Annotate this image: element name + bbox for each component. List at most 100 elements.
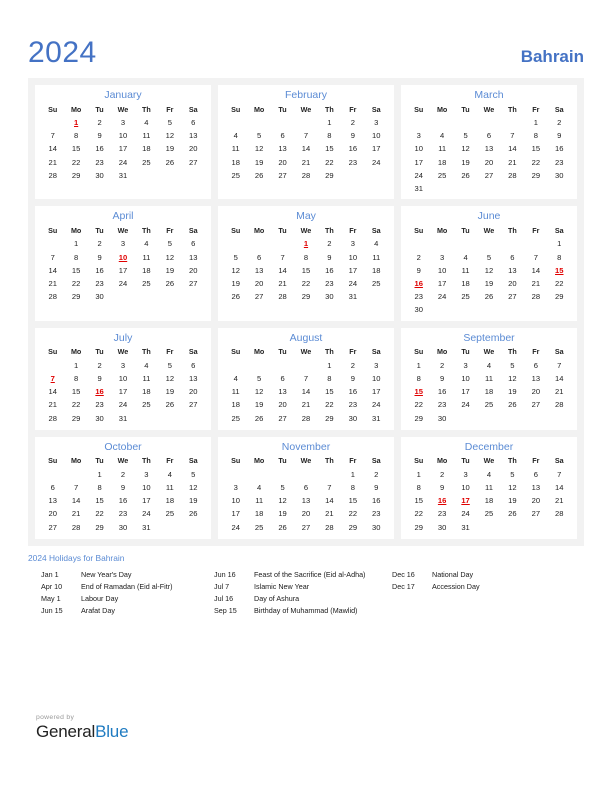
month-title: November: [281, 440, 331, 453]
weekday-header-mo: Mo: [70, 104, 82, 114]
day-cell: 6: [257, 252, 262, 262]
day-cell: 13: [301, 496, 311, 506]
day-cell: 22: [555, 278, 564, 288]
day-cell: 7: [533, 252, 538, 262]
weekday-header-we: We: [117, 225, 129, 235]
day-cell: 11: [142, 131, 151, 141]
day-cell: 31: [118, 170, 128, 180]
day-cell: 6: [50, 483, 55, 493]
day-cell: 7: [74, 483, 79, 493]
day-cell-holiday: 7: [50, 374, 55, 384]
month-card-january: January Su Mo Tu We Th Fr Sa 1 2 3 4 5 6 7 8 9 10 11 12 13 14…: [35, 85, 211, 200]
day-cell: 8: [533, 131, 538, 141]
day-cell: 2: [97, 239, 102, 249]
day-cell: 28: [71, 522, 81, 532]
day-cell: 1: [97, 469, 102, 479]
day-cell: 19: [189, 496, 198, 506]
day-cell: 13: [531, 374, 541, 384]
brand-wordmark: GeneralBlue: [36, 723, 129, 741]
holiday-list-item: Jul 7 Islamic New Year: [214, 582, 392, 591]
day-cell: 4: [233, 374, 238, 384]
day-cell: 24: [461, 400, 470, 410]
weekday-header-fr: Fr: [532, 104, 540, 114]
day-cell: 15: [95, 496, 104, 506]
week-row: 8 9 10 11 12 13 14: [407, 482, 571, 495]
day-cell: 2: [97, 118, 102, 128]
day-cell-empty: [41, 468, 64, 481]
day-cell-empty: [454, 238, 477, 251]
weekday-header-mo: Mo: [253, 225, 265, 235]
week-row: 21 22 23 24 25 26 27: [41, 399, 205, 412]
weekday-header-tu: Tu: [461, 225, 470, 235]
day-cell: 25: [254, 522, 264, 532]
day-cell: 13: [531, 483, 541, 493]
day-cell: 18: [142, 265, 151, 275]
weekday-header-sa: Sa: [188, 456, 198, 466]
day-cell-empty: [294, 468, 317, 481]
day-cell: 17: [118, 265, 128, 275]
day-cell: 10: [437, 265, 447, 275]
week-row: 22 23 24 25 26 27 28: [407, 508, 571, 521]
day-cell: 26: [165, 400, 175, 410]
day-cell-empty: [271, 238, 294, 251]
day-cell: 8: [74, 252, 79, 262]
month-card-august: August Su Mo Tu We Th Fr Sa 1 2 3 4 5 6 7 8 9 10 11 12 13 14 1…: [218, 327, 394, 430]
day-cell: 21: [48, 400, 57, 410]
week-row: 28 29 30 31: [41, 412, 205, 425]
day-cell: 16: [348, 387, 358, 397]
day-cell: 25: [437, 170, 447, 180]
day-cell: 13: [189, 252, 198, 262]
day-cell: 4: [486, 360, 492, 370]
day-cell: 17: [348, 265, 358, 275]
week-row: 11 12 13 14 15 16 17: [224, 386, 388, 399]
day-cell: 3: [120, 360, 126, 370]
day-cell: 18: [165, 496, 175, 506]
day-cell: 21: [71, 509, 81, 519]
day-cell: 18: [142, 144, 151, 154]
week-row: 17 18 19 20 21 22 23: [407, 156, 571, 169]
day-cell: 6: [280, 374, 285, 384]
day-cell: 12: [231, 265, 240, 275]
weekday-header-th: Th: [142, 225, 151, 235]
day-cell-empty: [135, 291, 158, 304]
day-cell-empty: [182, 291, 205, 304]
day-cell: 11: [231, 387, 240, 397]
week-row: 8 9 10 11 12 13 14: [407, 372, 571, 385]
weekday-header-fr: Fr: [166, 225, 174, 235]
day-cell: 15: [325, 387, 334, 397]
day-cell-empty: [524, 238, 547, 251]
weekday-header-row: Su Mo Tu We Th Fr Sa: [407, 227, 571, 238]
day-cell: 26: [165, 278, 175, 288]
day-cell-empty: [41, 359, 64, 372]
holiday-name: Day of Ashura: [254, 593, 300, 603]
weekday-header-mo: Mo: [436, 225, 448, 235]
weekday-header-row: Su Mo Tu We Th Fr Sa: [224, 105, 388, 117]
week-row: 21 22 23 24 25 26 27: [41, 277, 205, 290]
holidays-heading: 2024 Holidays for Bahrain: [28, 553, 125, 563]
week-row: 12: [224, 468, 388, 481]
day-cell: 7: [557, 360, 562, 370]
day-cell: 12: [484, 265, 494, 275]
week-row: 7 8 9 10 11 12 13: [41, 372, 205, 385]
day-cell: 23: [372, 509, 381, 519]
day-cell: 15: [71, 387, 81, 397]
day-cell: 2: [97, 360, 102, 370]
day-cell-empty: [247, 359, 270, 372]
day-cell: 9: [327, 252, 332, 262]
day-cell: 18: [372, 265, 381, 275]
day-cell: 10: [372, 131, 381, 141]
day-cell: 21: [508, 157, 517, 167]
holiday-name: National Day: [432, 570, 474, 580]
day-cell-empty: [365, 169, 388, 182]
day-cell: 6: [533, 469, 538, 479]
day-cell-empty: [271, 468, 294, 481]
day-cell: 4: [486, 469, 492, 479]
day-cell: 15: [414, 496, 423, 506]
day-cell: 23: [95, 400, 104, 410]
day-cell: 18: [437, 157, 447, 167]
day-cell: 16: [95, 144, 104, 154]
day-cell: 26: [484, 292, 494, 302]
weekday-header-we: We: [300, 225, 312, 235]
weekday-header-row: Su Mo Tu We Th Fr Sa: [41, 457, 205, 468]
day-cell: 31: [461, 522, 470, 532]
